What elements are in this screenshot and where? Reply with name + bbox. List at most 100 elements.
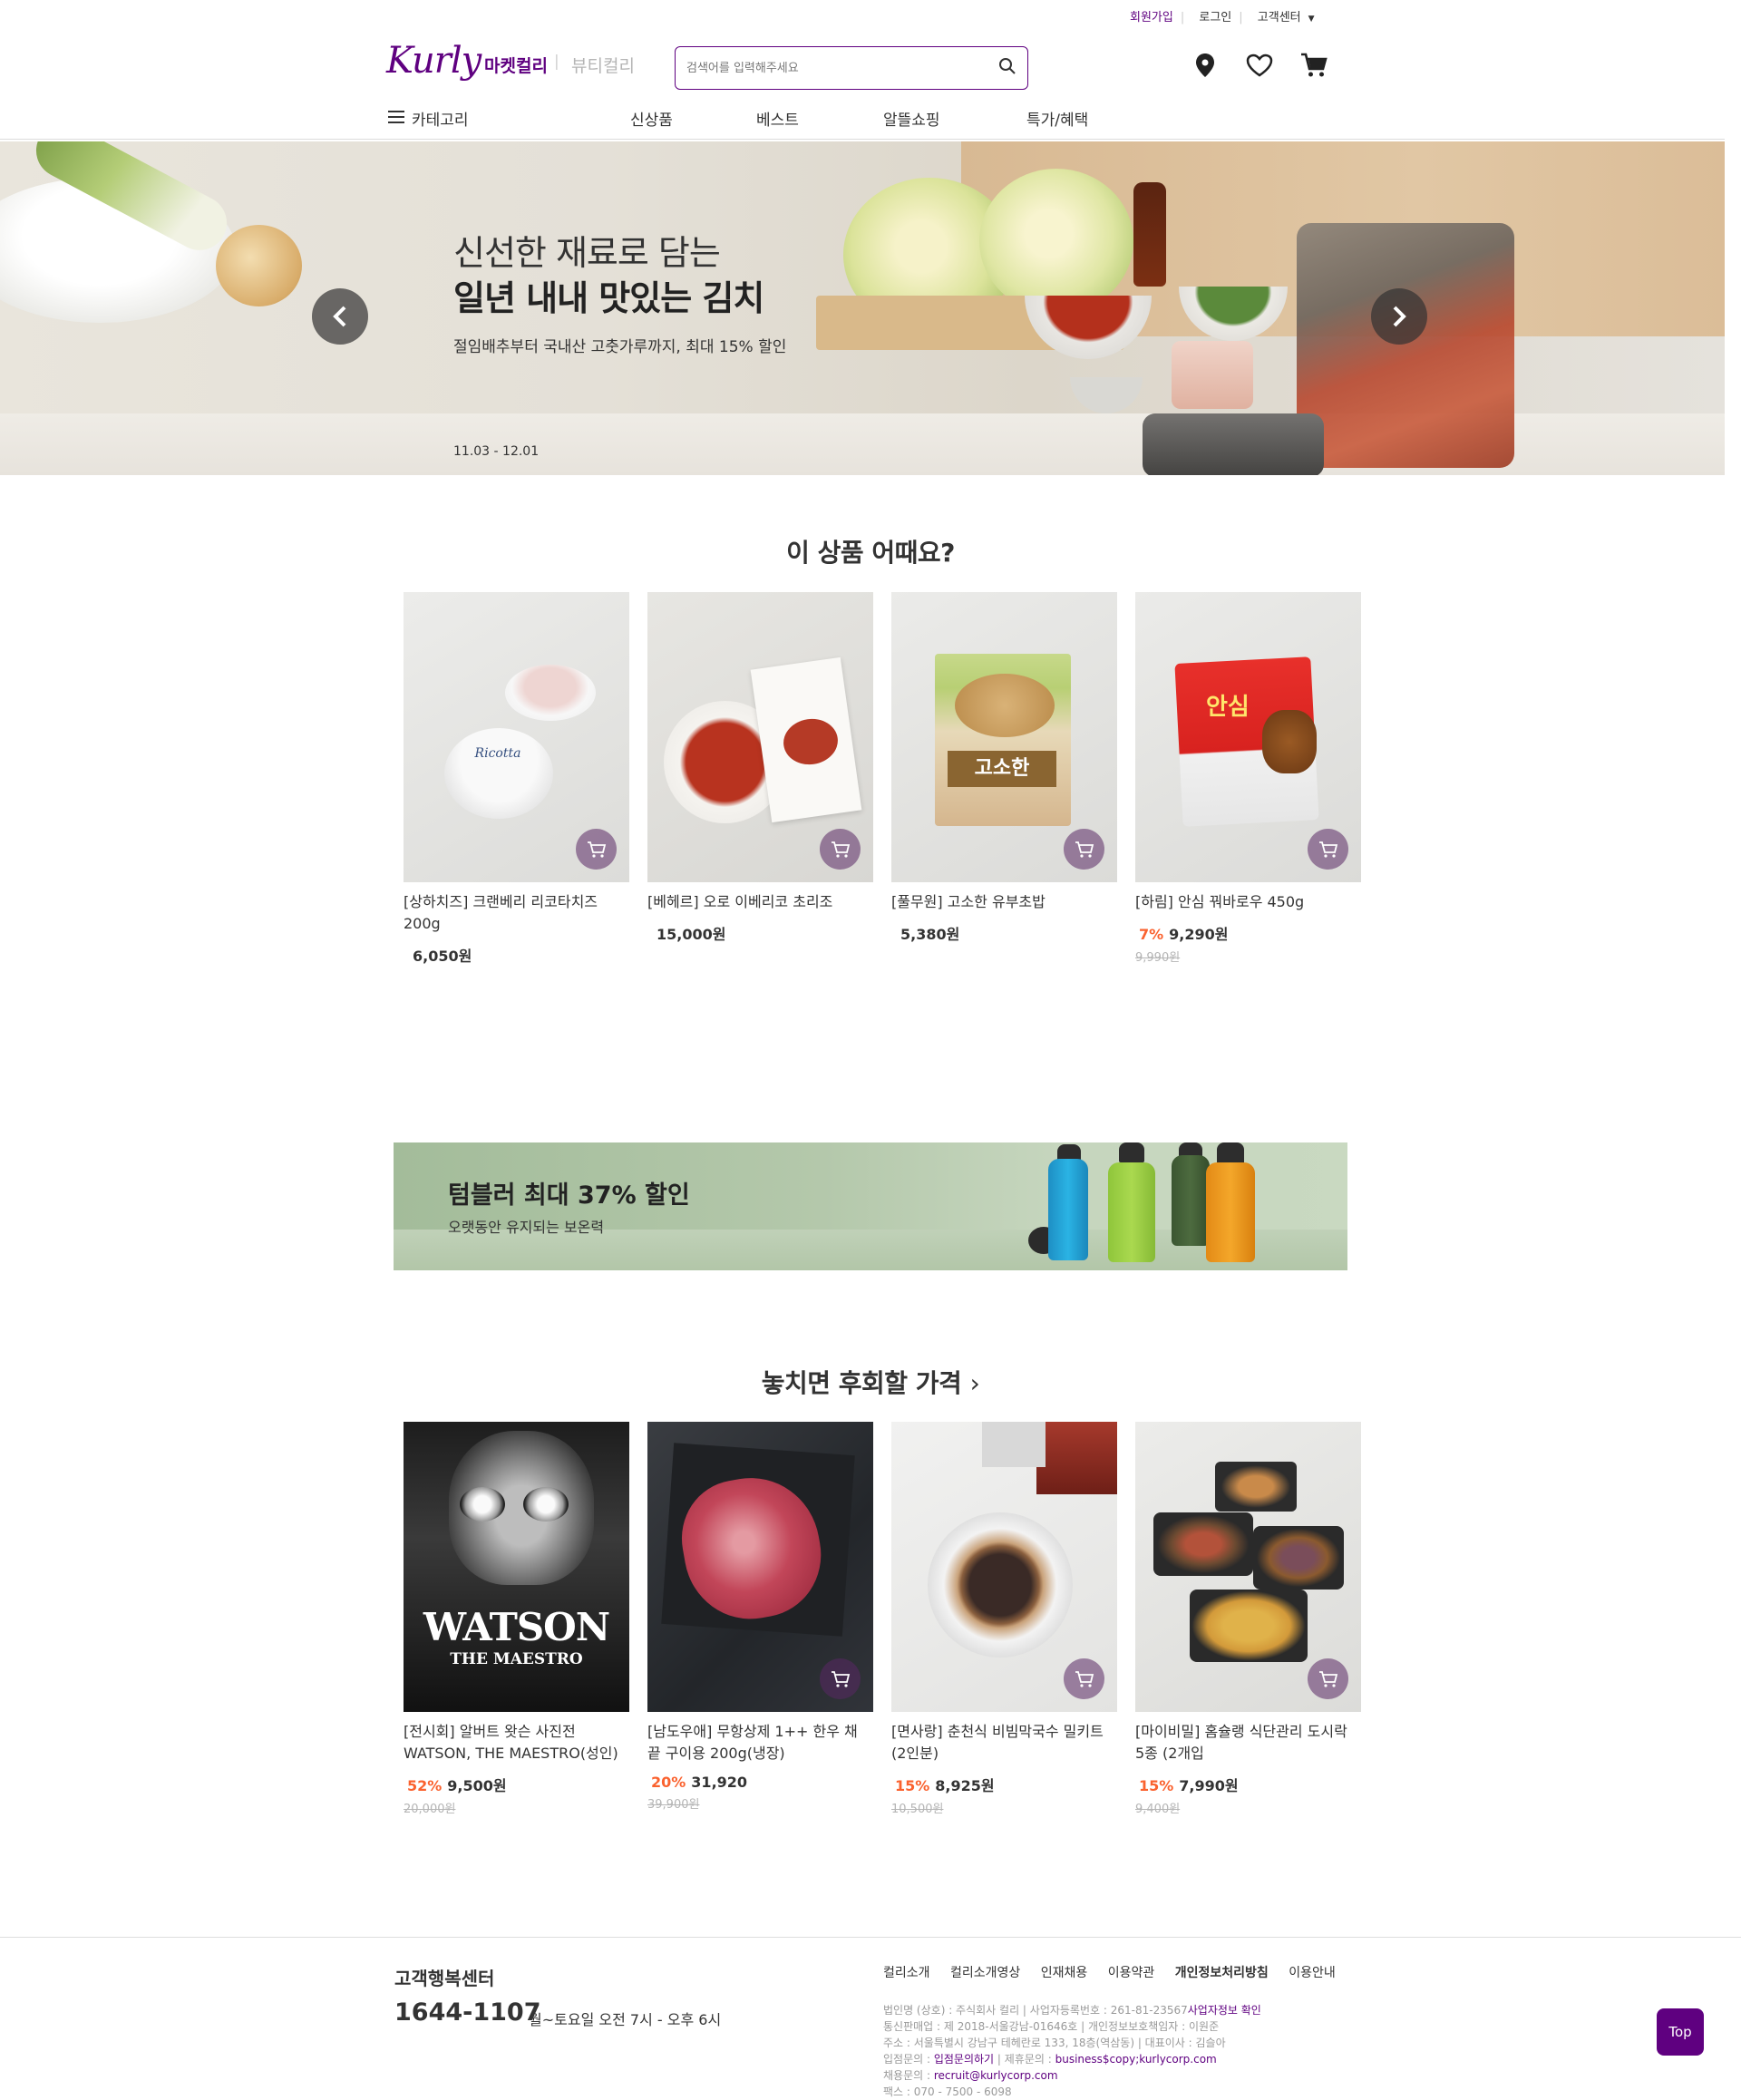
product-price: 15,000원 [647,922,873,944]
business-info-link[interactable]: 사업자정보 확인 [1188,2004,1261,2017]
global-nav: 카테고리 신상품 베스트 알뜰쇼핑 특가/혜택 [0,105,1741,140]
tab-divider: | [554,53,559,71]
sale-price: 5,380원 [900,926,960,943]
footer-links: 컬리소개 컬리소개영상 인재채용 이용약관 개인정보처리방침 이용안내 [883,1963,1352,1981]
footer-link-careers[interactable]: 인재채용 [1041,1966,1088,1980]
original-price: 10,500원 [891,1803,944,1816]
section-title-recommend: 이 상품 어때요? [786,538,955,568]
add-to-cart-button[interactable] [820,829,861,870]
product-name[interactable]: [하림] 안심 꿔바로우 450g [1135,891,1361,913]
product-name[interactable]: [베헤르] 오로 이베리코 초리조 [647,891,873,913]
sauce-bottle [1133,182,1166,287]
discount-rate: 52% [407,1777,443,1794]
footer-link-about-video[interactable]: 컬리소개영상 [950,1966,1020,1980]
product-image[interactable]: Ricotta [404,592,629,882]
add-to-cart-button[interactable] [1308,829,1348,870]
add-to-cart-button[interactable] [1064,829,1104,870]
product-image[interactable]: 고소한 [891,592,1117,882]
signup-link[interactable]: 회원가입 [1130,11,1173,24]
nav-smart-shopping[interactable]: 알뜰쇼핑 [883,107,940,130]
footer-link-terms[interactable]: 이용약관 [1108,1966,1155,1980]
cart-icon [831,841,850,858]
footer-link-guide[interactable]: 이용안내 [1289,1966,1336,1980]
chevron-left-icon [333,306,346,327]
product-image[interactable]: WATSON THE MAESTRO [404,1422,629,1712]
search-input[interactable] [686,61,998,75]
search-box [675,46,1028,90]
nav-special-deals[interactable]: 특가/혜택 [1026,107,1088,130]
product-price: 5,380원 [891,922,1117,944]
sale-price: 7,990원 [1179,1777,1239,1794]
original-price: 39,900원 [647,1798,700,1812]
partner-inquiry-link[interactable]: 입점문의하기 [934,2053,994,2066]
tumbler-promo-banner[interactable]: 텀블러 최대 37% 할인 오랫동안 유지되는 보온력 [394,1142,1347,1270]
product-card[interactable]: [마이비밀] 홈슐랭 식단관리 도시락 5종 (2개입 15% 7,990원 9,… [1135,1422,1361,1816]
product-name[interactable]: [전시회] 알버트 왓슨 사진전 WATSON, THE MAESTRO(성인) [404,1721,629,1765]
category-menu[interactable]: 카테고리 [388,107,469,130]
banner-subtitle: 절임배추부터 국내산 고춧가루까지, 최대 15% 할인 [453,338,787,356]
location-icon[interactable] [1189,49,1221,82]
add-to-cart-button[interactable] [576,829,617,870]
sale-price: 6,050원 [413,948,472,965]
product-card[interactable]: 안심 [하림] 안심 꿔바로우 450g 7% 9,290원 9,990원 [1135,592,1361,965]
cs-hours: 월~토요일 오전 7시 - 오후 6시 [529,2011,722,2028]
lid-container [1143,413,1324,475]
banner-next-button[interactable] [1371,288,1427,345]
company-info-line: 입점문의 : 입점문의하기 | 제휴문의 : business$copy;kur… [883,2053,1217,2066]
product-name[interactable]: [상하치즈] 크랜베리 리코타치즈 200g [404,891,629,935]
main-banner[interactable]: 신선한 재료로 담는 일년 내내 맛있는 김치 절임배추부터 국내산 고춧가루까… [0,141,1725,475]
product-name[interactable]: [면사랑] 춘천식 비빔막국수 밀키트 (2인분) [891,1721,1117,1765]
section-title-deals[interactable]: 놓치면 후회할 가격 › [0,1364,1741,1400]
nav-new-products[interactable]: 신상품 [630,107,673,130]
customer-center-link[interactable]: 고객센터 [1258,11,1301,24]
product-card[interactable]: [면사랑] 춘천식 비빔막국수 밀키트 (2인분) 15% 8,925원 10,5… [891,1422,1117,1816]
product-card[interactable]: WATSON THE MAESTRO [전시회] 알버트 왓슨 사진전 WATS… [404,1422,629,1816]
product-image[interactable] [1135,1422,1361,1712]
product-image[interactable] [891,1422,1117,1712]
poster-subtitle: THE MAESTRO [450,1650,583,1668]
product-name[interactable]: [남도우애] 무항상제 1++ 한우 채끝 구이용 200g(냉장) [647,1721,873,1765]
tab-beauty-kurly[interactable]: 뷰티컬리 [571,53,635,77]
chevron-right-icon[interactable]: › [970,1368,980,1398]
product-card[interactable]: [남도우애] 무항상제 1++ 한우 채끝 구이용 200g(냉장) 20% 31… [647,1422,873,1812]
search-icon[interactable] [998,57,1016,79]
small-bowl [1070,377,1143,413]
footer-link-privacy[interactable]: 개인정보처리방침 [1175,1966,1269,1980]
cart-icon[interactable] [1298,49,1330,82]
add-to-cart-button[interactable] [820,1658,861,1699]
sale-price: 15,000원 [657,926,726,943]
nav-best[interactable]: 베스트 [756,107,799,130]
kurly-logo[interactable]: Kurly [386,40,481,82]
bottle-image [1206,1162,1255,1262]
product-name[interactable]: [마이비밀] 홈슐랭 식단관리 도시락 5종 (2개입 [1135,1721,1361,1765]
deals-title-text: 놓치면 후회할 가격 [761,1368,962,1398]
partnership-email-link[interactable]: business$copy;kurlycorp.com [1055,2053,1217,2066]
product-name[interactable]: [풀무원] 고소한 유부초밥 [891,891,1117,913]
product-image[interactable]: 안심 [1135,592,1361,882]
original-price: 9,990원 [1135,951,1181,965]
cart-icon [831,1670,850,1687]
scroll-top-button[interactable]: Top [1657,2008,1704,2056]
discount-rate: 7% [1139,926,1164,943]
sale-price: 9,290원 [1169,926,1229,943]
product-image[interactable] [647,592,873,882]
heart-icon[interactable] [1243,49,1276,82]
bottle-cap-image [1119,1142,1144,1162]
recruit-email-link[interactable]: recruit@kurlycorp.com [934,2069,1058,2082]
product-card[interactable]: Ricotta [상하치즈] 크랜베리 리코타치즈 200g 6,050원 [404,592,629,966]
category-label: 카테고리 [412,112,469,130]
footer-link-about[interactable]: 컬리소개 [883,1966,930,1980]
hamburger-icon[interactable] [388,110,404,128]
caret-down-icon[interactable]: ▼ [1308,15,1315,24]
tab-market-kurly[interactable]: 마켓컬리 [484,53,548,77]
product-card[interactable]: [베헤르] 오로 이베리코 초리조 15,000원 [647,592,873,944]
cart-icon [587,841,606,858]
product-card[interactable]: 고소한 [풀무원] 고소한 유부초밥 5,380원 [891,592,1117,944]
add-to-cart-button[interactable] [1308,1658,1348,1699]
banner-title-line1: 신선한 재료로 담는 [453,233,721,273]
banner-prev-button[interactable] [312,288,368,345]
product-price: 6,050원 [404,944,629,966]
product-image[interactable] [647,1422,873,1712]
login-link[interactable]: 로그인 [1199,11,1231,24]
add-to-cart-button[interactable] [1064,1658,1104,1699]
